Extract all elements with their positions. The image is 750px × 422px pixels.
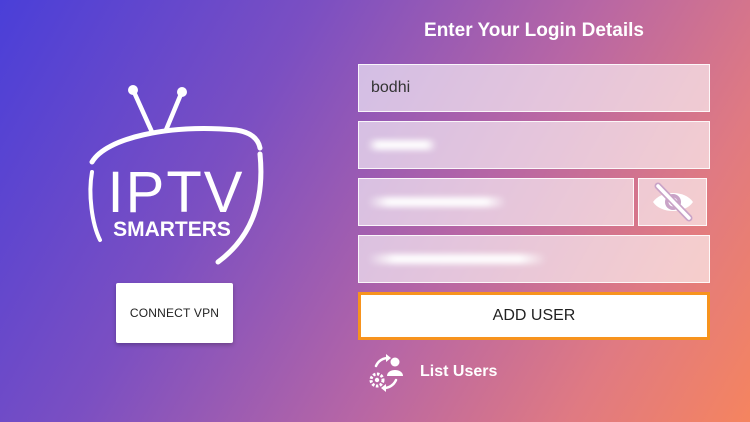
secret-field[interactable] [358,178,634,226]
list-users-button[interactable]: List Users [366,352,497,392]
iptv-smarters-logo: IPTV SMARTERS [78,84,274,274]
password-field[interactable] [358,121,710,169]
add-user-label: ADD USER [492,307,576,324]
connect-vpn-button[interactable]: CONNECT VPN [116,283,233,343]
list-users-label: List Users [420,363,498,380]
form-title: Enter Your Login Details [424,20,644,41]
eye-slash-icon [652,182,693,222]
add-user-button[interactable]: ADD USER [358,292,710,340]
users-sync-icon [369,354,403,392]
blurred-password-value [367,140,437,150]
server-url-field[interactable] [358,235,710,283]
toggle-password-visibility-button[interactable] [638,178,707,226]
connect-vpn-label: CONNECT VPN [129,306,220,320]
logo-text-smarters: SMARTERS [113,218,231,241]
logo-text-iptv: IPTV [108,160,245,225]
username-field-wrapper [358,64,710,112]
username-input[interactable] [359,65,709,111]
blurred-url-value [367,254,547,264]
blurred-secret-value [367,197,507,207]
